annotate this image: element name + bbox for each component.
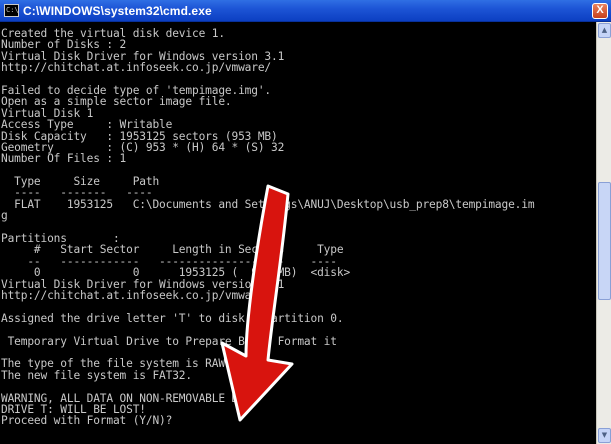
scroll-up-arrow-icon[interactable]: ▲ <box>598 23 611 38</box>
console-line: Number Of Files : 1 <box>1 152 127 166</box>
console-lines: Created the virtual disk device 1. Number… <box>0 22 596 427</box>
console-line: Assigned the drive letter 'T' to disk 1 … <box>1 311 344 325</box>
scroll-down-arrow-icon[interactable]: ▼ <box>598 428 611 443</box>
window-title-bar[interactable]: C:\ C:\WINDOWS\system32\cmd.exe X <box>0 0 611 22</box>
console-line: Temporary Virtual Drive to Prepare Boots… <box>1 334 337 348</box>
console-line: The type of the file system is RAW. <box>1 357 232 371</box>
window-title: C:\WINDOWS\system32\cmd.exe <box>23 3 212 18</box>
console-line: Access Type : Writable <box>1 118 173 132</box>
console-output[interactable]: Created the virtual disk device 1. Number… <box>0 22 596 444</box>
vertical-scrollbar[interactable]: ▲ ▼ <box>596 22 611 444</box>
console-line: http://chitchat.at.infoseek.co.jp/vmware… <box>1 288 272 302</box>
console-line: 0 0 1953125 ( 953 MB) <disk> <box>1 266 351 280</box>
cmd-icon: C:\ <box>4 4 19 17</box>
console-line: http://chitchat.at.infoseek.co.jp/vmware… <box>1 61 272 75</box>
console-line: FLAT 1953125 C:\Documents and Settings\A… <box>1 197 535 211</box>
close-button[interactable]: X <box>592 3 608 19</box>
console-line: Proceed with Format (Y/N)? <box>1 414 173 428</box>
console-line: g <box>1 209 8 223</box>
console-line: The new file system is FAT32. <box>1 368 192 382</box>
scrollbar-thumb[interactable] <box>598 182 611 300</box>
